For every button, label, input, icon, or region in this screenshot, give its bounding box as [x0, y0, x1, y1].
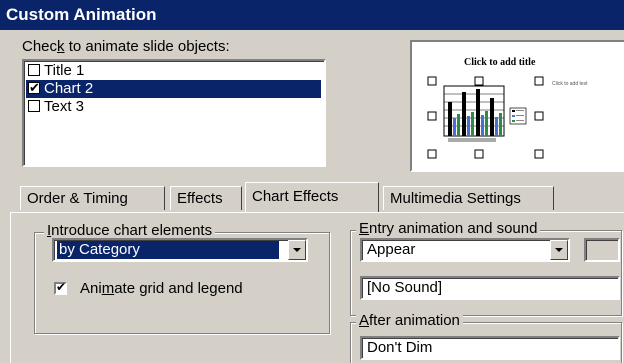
list-item-label: Title 1 — [44, 62, 85, 79]
dropdown-value: by Category — [57, 241, 279, 259]
chart-2-checkbox[interactable]: ✔ — [28, 80, 40, 95]
handle-icon — [534, 149, 544, 159]
preview-text-placeholder: Click to add text — [552, 81, 588, 87]
handle-icon — [427, 149, 437, 159]
slide-thumbnail: Click to add title Click to add text — [427, 57, 588, 159]
introduce-elements-dropdown[interactable]: by Category — [52, 238, 308, 262]
dropdown-button[interactable] — [288, 240, 306, 260]
handle-icon — [534, 76, 544, 86]
handle-icon — [534, 111, 544, 121]
introduce-group-title: Introduce chart elements — [44, 222, 216, 239]
handle-icon — [427, 76, 437, 86]
dialog-title: Custom Animation — [0, 0, 624, 30]
handle-icon — [474, 76, 484, 86]
tab-chart-effects[interactable]: Chart Effects — [245, 182, 379, 212]
text-3-checkbox[interactable] — [28, 100, 40, 112]
tab-multimedia-settings[interactable]: Multimedia Settings — [383, 186, 554, 210]
dropdown-value: Appear — [367, 241, 416, 258]
check-mark-icon: ✔ — [29, 80, 40, 95]
dropdown-value: Don't Dim — [367, 339, 433, 356]
slide-objects-list[interactable]: Title 1 ✔ Chart 2 Text 3 — [22, 59, 326, 167]
entry-group-title: Entry animation and sound — [356, 220, 541, 237]
dropdown-button[interactable] — [550, 240, 568, 260]
entry-direction-dropdown[interactable] — [584, 238, 620, 262]
mini-chart-icon — [443, 85, 527, 142]
chevron-down-icon — [555, 248, 563, 252]
handle-icon — [427, 111, 437, 121]
list-item-chart-2[interactable]: ✔ Chart 2 — [26, 80, 321, 98]
list-item-text-3[interactable]: Text 3 — [26, 98, 321, 116]
after-group-title: After animation — [356, 312, 463, 329]
preview-title-placeholder: Click to add title — [464, 57, 536, 68]
tab-effects[interactable]: Effects — [170, 186, 242, 210]
animate-grid-checkbox[interactable]: ✔ — [54, 280, 67, 295]
handle-icon — [474, 149, 484, 159]
entry-effect-dropdown[interactable]: Appear — [360, 238, 570, 262]
objects-label: Check to animate slide objects: — [22, 38, 230, 55]
sound-dropdown[interactable]: [No Sound] — [360, 276, 620, 300]
after-animation-dropdown[interactable]: Don't Dim — [360, 336, 620, 360]
title-1-checkbox[interactable] — [28, 64, 40, 76]
slide-preview: Click to add title Click to add text — [410, 40, 624, 172]
list-item-label: Chart 2 — [44, 80, 94, 97]
list-item-title-1[interactable]: Title 1 — [26, 62, 321, 80]
tab-order-timing[interactable]: Order & Timing — [20, 186, 165, 210]
list-item-label: Text 3 — [44, 98, 85, 115]
dropdown-value: [No Sound] — [367, 279, 443, 296]
animate-grid-label: Animate grid and legend — [80, 280, 243, 297]
chevron-down-icon — [293, 248, 301, 252]
check-mark-icon: ✔ — [56, 280, 67, 294]
